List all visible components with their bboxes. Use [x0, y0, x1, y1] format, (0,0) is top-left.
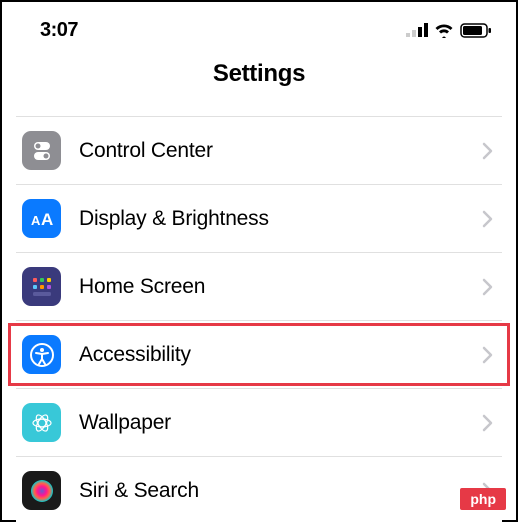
display-icon: A A	[22, 199, 61, 238]
status-time: 3:07	[40, 19, 78, 42]
accessibility-icon	[22, 335, 61, 374]
siri-icon	[22, 471, 61, 510]
settings-item-home-screen[interactable]: Home Screen	[16, 253, 502, 321]
settings-item-wallpaper[interactable]: Wallpaper	[16, 389, 502, 457]
settings-item-display[interactable]: A A Display & Brightness	[16, 185, 502, 253]
settings-item-siri[interactable]: Siri & Search	[16, 457, 502, 524]
status-icons	[406, 23, 492, 38]
item-label: Display & Brightness	[79, 207, 482, 231]
chevron-right-icon	[482, 142, 494, 160]
chevron-right-icon	[482, 346, 494, 364]
wifi-icon	[434, 23, 454, 38]
chevron-right-icon	[482, 210, 494, 228]
settings-item-accessibility[interactable]: Accessibility	[16, 321, 502, 389]
settings-item-control-center[interactable]: Control Center	[16, 117, 502, 185]
wallpaper-icon	[22, 403, 61, 442]
svg-text:A: A	[31, 213, 41, 228]
item-label: Control Center	[79, 139, 482, 163]
control-center-icon	[22, 131, 61, 170]
item-label: Accessibility	[79, 343, 482, 367]
item-label: Siri & Search	[79, 479, 482, 503]
page-title: Settings	[2, 60, 516, 88]
chevron-right-icon	[482, 414, 494, 432]
settings-list: Control Center A A Display & Brightness …	[16, 116, 502, 524]
item-label: Home Screen	[79, 275, 482, 299]
header: Settings	[2, 52, 516, 116]
watermark: php	[460, 488, 506, 510]
chevron-right-icon	[482, 278, 494, 296]
item-label: Wallpaper	[79, 411, 482, 435]
home-screen-icon	[22, 267, 61, 306]
status-bar: 3:07	[2, 2, 516, 52]
battery-icon	[460, 23, 492, 38]
svg-text:A: A	[41, 210, 53, 229]
cellular-icon	[406, 23, 428, 37]
